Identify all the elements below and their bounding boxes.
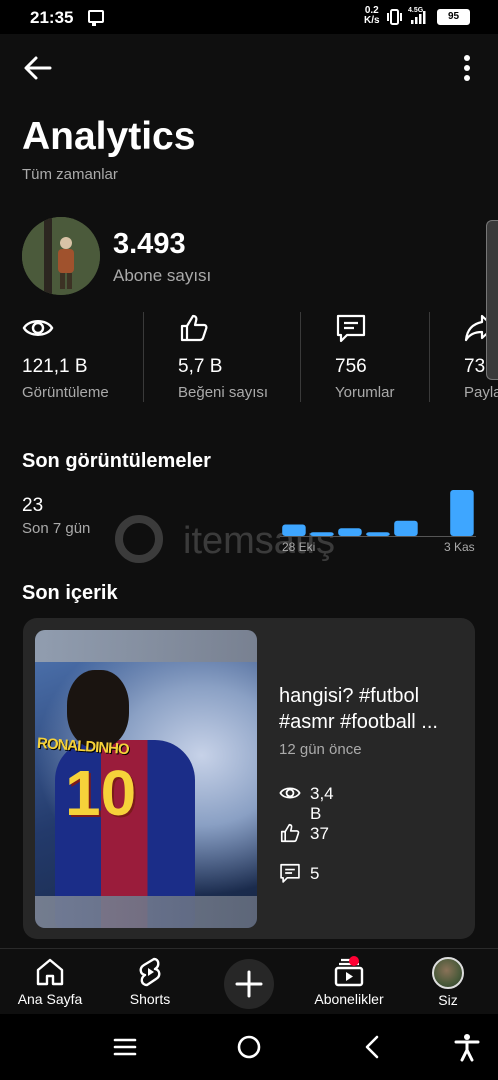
nav-shorts-label: Shorts xyxy=(129,991,171,1007)
nav-home[interactable]: Ana Sayfa xyxy=(14,949,86,1015)
bottom-navigation: Ana Sayfa Shorts Abonelikler Siz xyxy=(0,948,498,1014)
thumbnail-shirt-number: 10 xyxy=(65,757,137,829)
chart-bar-29-eki xyxy=(310,532,334,536)
thumbs-up-icon xyxy=(180,314,208,342)
notification-dot xyxy=(349,956,359,966)
back-arrow-icon[interactable] xyxy=(20,52,56,84)
subscriber-count: 3.493 xyxy=(113,228,186,260)
recent-content-heading: Son içerik xyxy=(22,582,118,604)
channel-avatar xyxy=(22,217,100,295)
chart-bar-1-kas xyxy=(394,520,418,536)
video-age: 12 gün önce xyxy=(279,741,362,758)
avatar-image xyxy=(22,217,100,295)
status-time: 21:35 xyxy=(30,8,74,27)
eye-icon xyxy=(279,787,301,799)
network-speed-unit: K/s xyxy=(364,15,380,26)
thumbs-up-icon xyxy=(280,823,300,843)
chart-bar-31-eki xyxy=(366,532,390,536)
top-app-bar xyxy=(0,34,498,100)
metrics-row: 121,1 B Görüntüleme 5,7 B Beğeni sayısı … xyxy=(0,310,498,405)
nav-home-label: Ana Sayfa xyxy=(17,991,83,1007)
period-label: Tüm zamanlar xyxy=(22,166,118,183)
nav-subscriptions[interactable]: Abonelikler xyxy=(310,949,388,1015)
divider xyxy=(143,312,144,402)
thumbnail-letterbox-bottom xyxy=(35,896,257,928)
signal-icon: 4.5G xyxy=(408,7,426,24)
nav-subscriptions-label: Abonelikler xyxy=(314,991,384,1007)
metric-views[interactable]: 121,1 B Görüntüleme xyxy=(22,310,137,405)
nav-you[interactable]: Siz xyxy=(424,949,472,1015)
recent-views-heading: Son görüntülemeler xyxy=(22,450,211,472)
video-views-value: 3,4 B xyxy=(310,784,334,823)
edge-panel-handle[interactable] xyxy=(486,220,498,380)
chart-bar-28-eki xyxy=(282,524,306,536)
nav-shorts[interactable]: Shorts xyxy=(120,949,180,1015)
network-speed: 0.2 K/s xyxy=(364,6,380,26)
subscriber-label: Abone sayısı xyxy=(113,266,212,285)
home-circle-icon[interactable] xyxy=(234,1032,264,1062)
system-navigation-bar xyxy=(0,1014,498,1080)
metric-comments[interactable]: 756 Yorumlar xyxy=(335,310,425,405)
recent-views-value: 23 xyxy=(22,495,44,516)
metric-value: 73 xyxy=(464,356,486,377)
system-back-icon[interactable] xyxy=(358,1032,388,1062)
menu-icon[interactable] xyxy=(110,1032,140,1062)
home-icon xyxy=(36,958,64,986)
shorts-icon xyxy=(139,957,161,987)
metric-label: Beğeni sayısı xyxy=(178,384,269,401)
metric-label: Görüntüleme xyxy=(22,384,109,401)
eye-icon xyxy=(22,320,54,336)
video-thumbnail[interactable]: RONALDINHO 10 xyxy=(35,630,257,928)
recent-views-period: Son 7 gün xyxy=(22,520,91,537)
video-comments-value: 5 xyxy=(310,864,320,883)
recent-views-chart xyxy=(280,490,476,537)
page-title: Analytics xyxy=(22,115,196,158)
chart-end-label: 3 Kas xyxy=(444,540,475,554)
battery-icon: 95 xyxy=(437,9,470,25)
chart-bar-30-eki xyxy=(338,528,362,536)
recent-video-card[interactable]: RONALDINHO 10 hangisi? #futbol #asmr #fo… xyxy=(23,618,475,939)
accessibility-icon[interactable] xyxy=(452,1032,482,1062)
metric-likes[interactable]: 5,7 B Beğeni sayısı xyxy=(178,310,293,405)
divider xyxy=(429,312,430,402)
create-button[interactable] xyxy=(224,959,274,1009)
comment-icon xyxy=(280,863,300,883)
metric-value: 121,1 B xyxy=(22,356,88,377)
metric-value: 756 xyxy=(335,356,367,377)
divider xyxy=(300,312,301,402)
battery-level: 95 xyxy=(447,11,460,22)
metric-label: Payla xyxy=(464,384,498,401)
comment-icon xyxy=(336,314,366,343)
chart-bar-3-kas xyxy=(450,490,474,536)
status-bar: 21:35 0.2 K/s 4.5G 95 xyxy=(0,0,498,34)
more-options-icon[interactable] xyxy=(454,52,480,84)
message-notification-icon xyxy=(88,10,104,26)
network-type: 4.5G xyxy=(408,7,424,14)
vibrate-icon xyxy=(387,9,402,25)
metric-label: Yorumlar xyxy=(335,384,395,401)
video-title: hangisi? #futbol #asmr #football ... xyxy=(279,685,438,733)
nav-you-label: Siz xyxy=(438,992,458,1008)
video-likes-value: 37 xyxy=(310,824,329,843)
profile-avatar xyxy=(432,957,464,989)
thumbnail-player-head xyxy=(67,670,129,748)
metric-value: 5,7 B xyxy=(178,356,223,377)
thumbnail-letterbox-top xyxy=(35,630,257,662)
plus-icon xyxy=(235,970,263,998)
chart-start-label: 28 Eki xyxy=(282,540,316,554)
